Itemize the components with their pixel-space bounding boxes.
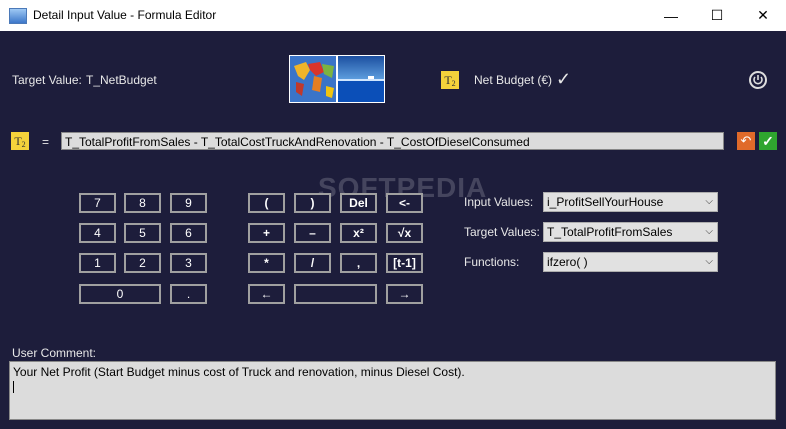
target-values-select[interactable]: T_TotalProfitFromSales ⌵: [543, 222, 718, 242]
key-2[interactable]: 2: [124, 253, 161, 273]
key-cursor-left[interactable]: ←: [248, 284, 285, 304]
sea-thumbnail[interactable]: [337, 55, 385, 103]
target-value: T_NetBudget: [86, 73, 157, 87]
equals-sign: =: [42, 135, 50, 149]
functions-select[interactable]: ifzero( ) ⌵: [543, 252, 718, 272]
key-previous-period[interactable]: [t-1]: [386, 253, 423, 273]
key-backspace[interactable]: <-: [386, 193, 423, 213]
ok-check-icon: ✓: [762, 132, 774, 149]
chevron-down-icon: ⌵: [705, 226, 713, 237]
key-space[interactable]: [294, 284, 377, 304]
window-title: Detail Input Value - Formula Editor: [33, 8, 217, 22]
formula-target-badge-icon: T2: [11, 132, 29, 150]
key-9[interactable]: 9: [170, 193, 207, 213]
target-value-label: Target Value:: [12, 73, 82, 87]
key-minus[interactable]: –: [294, 223, 331, 243]
key-plus[interactable]: +: [248, 223, 285, 243]
target-values-label: Target Values:: [464, 225, 540, 239]
accept-button[interactable]: ✓: [759, 132, 777, 150]
close-button[interactable]: ✕: [740, 0, 786, 31]
world-map-icon: [290, 56, 336, 102]
key-close-paren[interactable]: ): [294, 193, 331, 213]
user-comment-textarea[interactable]: Your Net Profit (Start Budget minus cost…: [9, 361, 776, 420]
key-multiply[interactable]: *: [248, 253, 285, 273]
key-comma[interactable]: ,: [340, 253, 377, 273]
text-caret: [13, 381, 14, 393]
title-bar: Detail Input Value - Formula Editor — ☐ …: [0, 0, 786, 31]
key-decimal[interactable]: .: [170, 284, 207, 304]
formula-editor-window: Detail Input Value - Formula Editor — ☐ …: [0, 0, 786, 429]
chevron-down-icon: ⌵: [705, 256, 713, 267]
key-sqrt[interactable]: √x: [386, 223, 423, 243]
target-values-selected: T_TotalProfitFromSales: [547, 225, 673, 239]
key-square[interactable]: x²: [340, 223, 377, 243]
key-0[interactable]: 0: [79, 284, 161, 304]
undo-icon: ↶: [740, 133, 752, 148]
key-1[interactable]: 1: [79, 253, 116, 273]
check-icon: ✓: [556, 69, 572, 89]
input-values-selected: i_ProfitSellYourHouse: [547, 195, 664, 209]
net-budget-label: Net Budget (€): [474, 73, 553, 87]
key-3[interactable]: 3: [170, 253, 207, 273]
key-divide[interactable]: /: [294, 253, 331, 273]
key-6[interactable]: 6: [170, 223, 207, 243]
user-comment-label: User Comment:: [12, 346, 97, 360]
minimize-button[interactable]: —: [648, 0, 694, 31]
key-open-paren[interactable]: (: [248, 193, 285, 213]
map-thumbnail[interactable]: [289, 55, 337, 103]
key-7[interactable]: 7: [79, 193, 116, 213]
target-badge-icon: T2: [441, 71, 459, 89]
formula-input[interactable]: T_TotalProfitFromSales - T_TotalCostTruc…: [61, 132, 724, 150]
key-cursor-right[interactable]: →: [386, 284, 423, 304]
undo-button[interactable]: ↶: [737, 132, 755, 150]
key-8[interactable]: 8: [124, 193, 161, 213]
app-icon: [9, 8, 27, 24]
functions-label: Functions:: [464, 255, 520, 269]
ocean-image-icon: [338, 56, 384, 102]
key-delete[interactable]: Del: [340, 193, 377, 213]
functions-selected: ifzero( ): [547, 255, 588, 269]
input-values-label: Input Values:: [464, 195, 534, 209]
help-icon[interactable]: [749, 71, 767, 89]
key-5[interactable]: 5: [124, 223, 161, 243]
maximize-button[interactable]: ☐: [694, 0, 740, 31]
key-4[interactable]: 4: [79, 223, 116, 243]
chevron-down-icon: ⌵: [705, 196, 713, 207]
user-comment-text: Your Net Profit (Start Budget minus cost…: [13, 365, 465, 379]
input-values-select[interactable]: i_ProfitSellYourHouse ⌵: [543, 192, 718, 212]
